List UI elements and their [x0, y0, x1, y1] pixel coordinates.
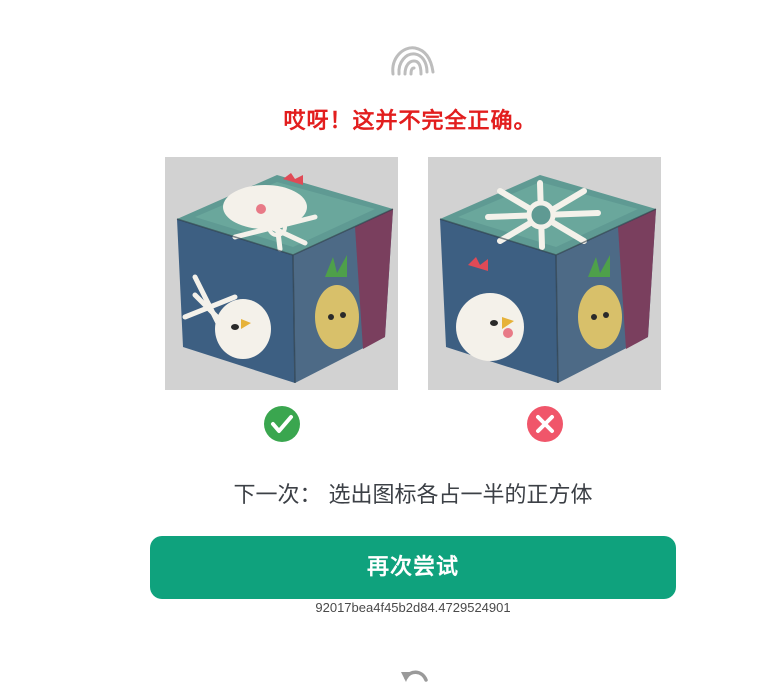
retry-button[interactable]: 再次尝试: [150, 536, 676, 599]
check-circle-icon: [264, 406, 300, 442]
brand-logo-icon: [389, 42, 437, 78]
next-hint-text: 下一次： 选出图标各占一半的正方体: [233, 483, 593, 508]
cube-option-left[interactable]: [165, 157, 398, 390]
captcha-result-panel: 哎呀！这并不完全正确。 下一次： 选出图标各占一半的正方体 再次尝试 92017…: [0, 0, 765, 690]
x-circle-icon: [527, 406, 563, 442]
session-id: 92017bea4f45b2d84.4729524901: [315, 600, 511, 615]
error-title: 哎呀！这并不完全正确。: [283, 109, 537, 134]
cube-option-right[interactable]: [428, 157, 661, 390]
undo-arrow-icon[interactable]: [398, 664, 430, 690]
